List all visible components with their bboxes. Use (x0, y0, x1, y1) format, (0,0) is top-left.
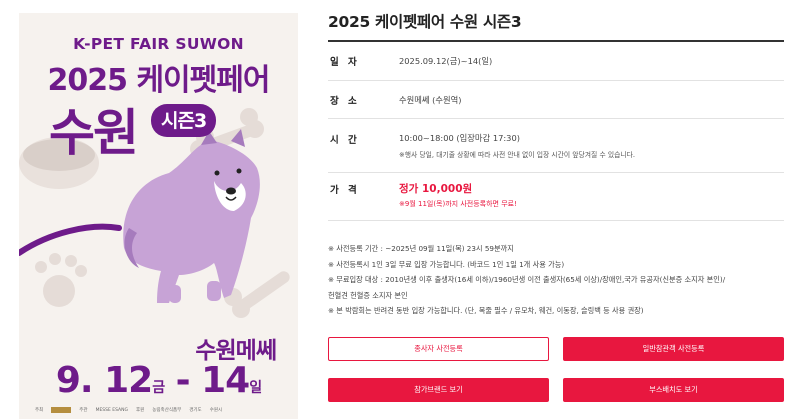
price-note: ※9월 11일(목)까지 사전등록하면 무료! (399, 200, 517, 208)
note-line: ※ 사전등록시 1인 3일 무료 입장 가능합니다. (바코드 1인 1일 1개… (328, 259, 565, 269)
view-brands-button[interactable]: 참가브랜드 보기 (328, 378, 549, 402)
time-label: 시 간 (330, 135, 360, 146)
info-row-price: 가 격 정가 10,000원 ※9월 11일(목)까지 사전등록하면 무료! (328, 173, 784, 221)
date-value: 2025.09.12(금)~14(일) (399, 56, 493, 66)
note-line: ※ 무료입장 대상 : 2010년생 이후 출생자(16세 이하)/1960년생… (328, 275, 726, 285)
event-poster: K-PET FAIR SUWON 2025 케이펫페어 수원 시즌3 수원메쎄 … (19, 13, 298, 419)
view-booth-map-button[interactable]: 부스배치도 보기 (563, 378, 784, 402)
visitor-registration-button[interactable]: 일반참관객 사전등록 (563, 337, 784, 361)
poster-season-badge: 시즌3 (151, 104, 217, 137)
place-value: 수원메쎄 (수원역) (399, 95, 462, 105)
time-value: 10:00~18:00 (입장마감 17:30) (399, 133, 520, 143)
note-line: ※ 본 박람회는 반려견 동반 입장 가능합니다. (단, 목줄 필수 / 유모… (328, 306, 644, 316)
info-row-time: 시 간 10:00~18:00 (입장마감 17:30) ※행사 당일, 대기줄… (328, 119, 784, 173)
poster-city: 수원 (49, 104, 139, 162)
price-label: 가 격 (330, 185, 360, 196)
note-line: ※ 사전등록 기간 : ~2025년 09월 11일(목) 23시 59분까지 (328, 244, 514, 253)
event-title: 2025 케이펫페어 수원 시즌3 (328, 13, 522, 31)
date-label: 일 자 (330, 57, 360, 68)
registration-notes: ※ 사전등록 기간 : ~2025년 09월 11일(목) 23시 59분까지 … (328, 241, 788, 319)
time-note: ※행사 당일, 대기줄 상황에 따라 사전 안내 없이 입장 시간이 앞당겨질 … (399, 151, 636, 159)
info-row-date: 일 자 2025.09.12(금)~14(일) (328, 42, 784, 81)
price-value: 정가 10,000원 (399, 183, 473, 195)
kpet-logo-icon (51, 407, 72, 413)
poster-title-en: K-PET FAIR SUWON (73, 35, 244, 53)
place-label: 장 소 (330, 96, 360, 107)
note-line: 헌혈견 헌혈증 소지자 본인 (328, 290, 408, 300)
dog-illustration (123, 129, 260, 303)
info-row-place: 장 소 수원메쎄 (수원역) (328, 81, 784, 119)
exhibitor-registration-button[interactable]: 종사자 사전등록 (328, 337, 549, 361)
poster-date: 9. 12금 - 14일 (55, 360, 262, 401)
poster-sponsors: 주최 주관 MESSE ESANG 후원 농림축산식품부 경기도 수원시 (35, 407, 223, 413)
